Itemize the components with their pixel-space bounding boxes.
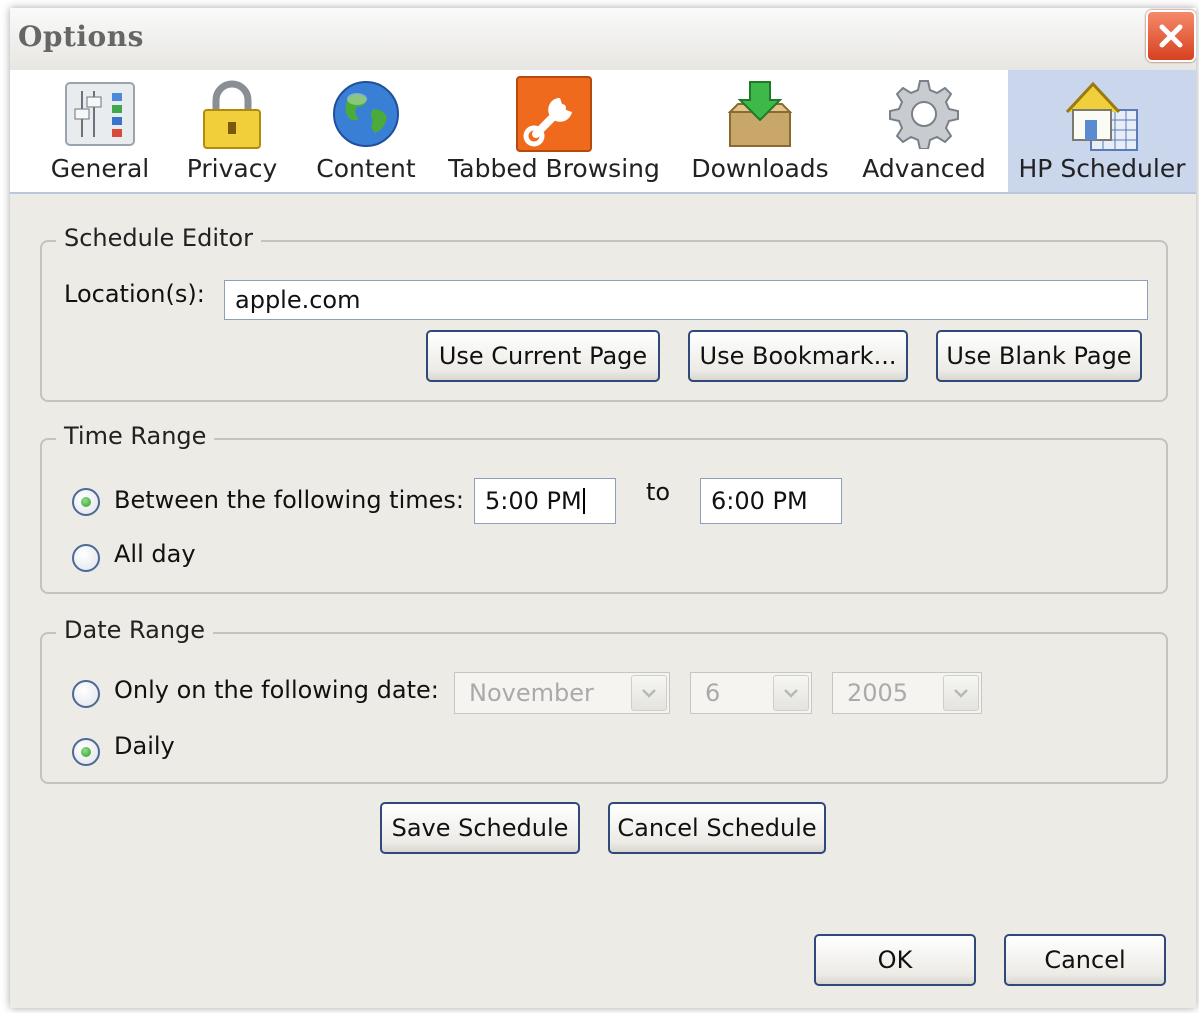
pane-advanced[interactable]: Advanced: [862, 70, 986, 192]
window-title: Options: [18, 20, 144, 53]
house-calendar-icon: [1065, 81, 1138, 151]
gear-icon: [889, 80, 959, 149]
cancel-schedule-button[interactable]: Cancel Schedule: [608, 802, 826, 854]
title-bar: Options: [10, 8, 1196, 71]
daily-label: Daily: [114, 732, 175, 760]
globe-icon: [333, 81, 399, 147]
pane-label: General: [50, 154, 150, 183]
year-value: 2005: [847, 679, 909, 707]
pane-tabbed-browsing[interactable]: Tabbed Browsing: [448, 70, 660, 192]
general-sliders-icon: [65, 82, 135, 146]
text-cursor: [582, 488, 585, 514]
padlock-icon: [203, 80, 261, 149]
date-range-legend: Date Range: [56, 616, 214, 644]
chevron-down-icon: [631, 675, 667, 711]
all-day-radio[interactable]: [72, 544, 100, 572]
schedule-editor-group: Schedule Editor Location(s): apple.com U…: [40, 224, 1168, 402]
start-time-input[interactable]: 5:00 PM: [474, 478, 616, 524]
pane-privacy[interactable]: Privacy: [182, 70, 282, 192]
time-range-group: Time Range Between the following times: …: [40, 422, 1168, 594]
radio-selected-dot: [81, 747, 91, 757]
month-value: November: [469, 679, 594, 707]
pane-label: Content: [316, 154, 416, 183]
download-box-icon: [727, 81, 793, 147]
date-range-group: Date Range Only on the following date: N…: [40, 616, 1168, 784]
options-dialog: Options General Privacy Content Tabbed B…: [10, 8, 1196, 1008]
use-blank-page-button[interactable]: Use Blank Page: [936, 330, 1142, 382]
chevron-down-icon: [773, 675, 809, 711]
cancel-button[interactable]: Cancel: [1004, 934, 1166, 986]
pane-label: Advanced: [862, 154, 986, 183]
time-range-legend: Time Range: [56, 422, 215, 450]
year-select[interactable]: 2005: [832, 672, 982, 714]
between-times-radio[interactable]: [72, 488, 100, 516]
location-label: Location(s):: [64, 280, 205, 308]
pane-content[interactable]: Content: [314, 70, 418, 192]
save-schedule-button[interactable]: Save Schedule: [380, 802, 580, 854]
schedule-editor-legend: Schedule Editor: [56, 224, 261, 252]
pane-label: Downloads: [691, 154, 829, 183]
pane-general[interactable]: General: [46, 70, 154, 192]
day-value: 6: [705, 679, 721, 707]
ok-button[interactable]: OK: [814, 934, 976, 986]
radio-selected-dot: [81, 497, 91, 507]
close-button[interactable]: [1146, 10, 1196, 62]
pane-hp-scheduler[interactable]: HP Scheduler: [1008, 70, 1196, 192]
chevron-down-icon: [943, 675, 979, 711]
daily-radio[interactable]: [72, 738, 100, 766]
only-on-date-radio[interactable]: [72, 680, 100, 708]
day-select[interactable]: 6: [690, 672, 812, 714]
pane-label: Privacy: [186, 154, 278, 183]
preferences-toolbar: General Privacy Content Tabbed Browsing …: [10, 70, 1196, 194]
pane-label: Tabbed Browsing: [448, 154, 660, 183]
between-times-label: Between the following times:: [114, 486, 464, 514]
use-current-page-button[interactable]: Use Current Page: [426, 330, 660, 382]
wrench-icon: [516, 76, 592, 152]
start-time-value: 5:00 PM: [485, 487, 582, 515]
location-input[interactable]: apple.com: [224, 280, 1148, 320]
all-day-label: All day: [114, 540, 196, 568]
to-label: to: [646, 478, 671, 506]
close-icon: [1159, 24, 1183, 48]
use-bookmark-button[interactable]: Use Bookmark...: [688, 330, 908, 382]
month-select[interactable]: November: [454, 672, 670, 714]
pane-label: HP Scheduler: [1018, 154, 1186, 183]
pane-downloads[interactable]: Downloads: [691, 70, 829, 192]
end-time-input[interactable]: 6:00 PM: [700, 478, 842, 524]
only-on-date-label: Only on the following date:: [114, 676, 439, 704]
